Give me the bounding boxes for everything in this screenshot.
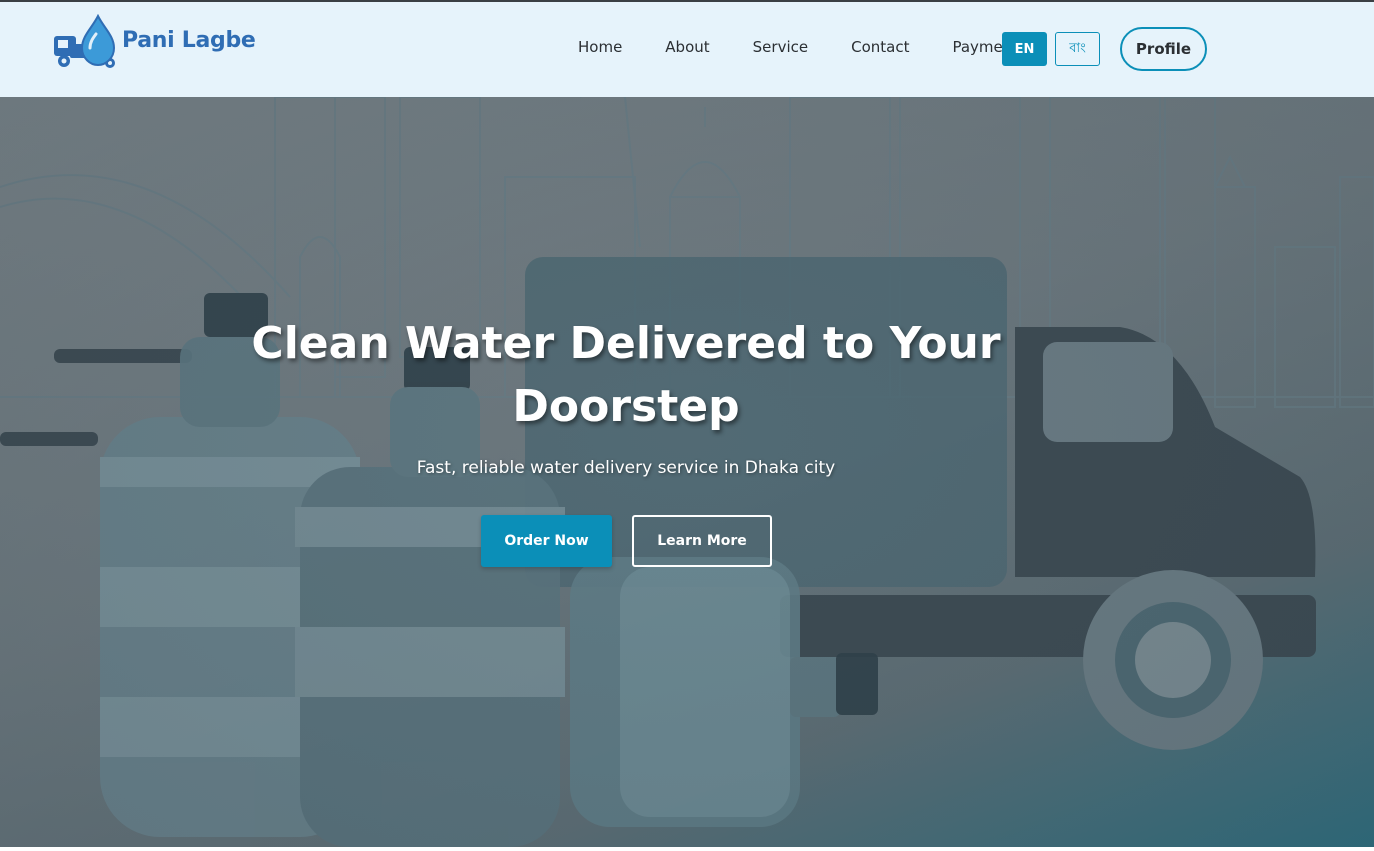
language-en-button[interactable]: EN [1002, 32, 1047, 66]
brand-logo[interactable]: Pani Lagbe [52, 14, 267, 72]
learn-more-button[interactable]: Learn More [632, 515, 772, 567]
water-truck-drop-icon [54, 14, 116, 68]
order-now-button[interactable]: Order Now [481, 515, 612, 567]
main-nav: Home About Service Contact Payment [566, 38, 1048, 56]
profile-button[interactable]: Profile [1120, 27, 1207, 71]
brand-name: Pani Lagbe [122, 28, 256, 53]
hero-subtitle: Fast, reliable water delivery service in… [416, 458, 836, 478]
hero-title: Clean Water Delivered to Your Doorstep [251, 318, 1001, 432]
hero-section: Clean Water Delivered to Your Doorstep F… [0, 97, 1374, 847]
nav-about[interactable]: About [652, 38, 709, 56]
nav-service[interactable]: Service [740, 38, 808, 56]
navbar: Pani Lagbe Home About Service Contact Pa… [0, 2, 1374, 97]
nav-home[interactable]: Home [566, 38, 622, 56]
nav-contact[interactable]: Contact [838, 38, 909, 56]
language-bn-button[interactable]: বাং [1055, 32, 1100, 66]
